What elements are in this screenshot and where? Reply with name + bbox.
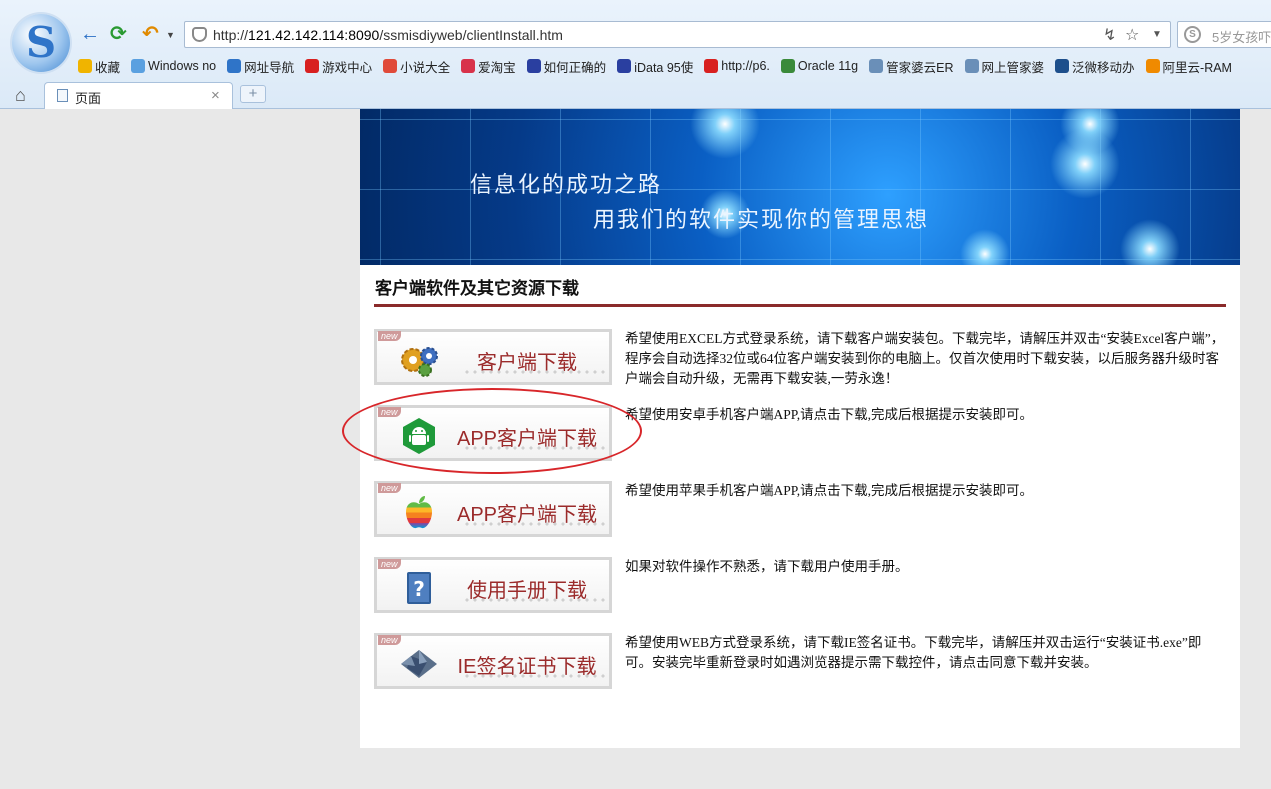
security-shield-icon xyxy=(192,27,207,42)
help-book-icon: ? xyxy=(397,570,441,606)
bookmark-label: 管家婆云ER xyxy=(886,60,954,75)
new-badge: new xyxy=(378,559,401,569)
sogou-browser-logo[interactable]: S xyxy=(12,14,70,72)
home-icon[interactable]: ⌂ xyxy=(15,85,26,106)
bookmark-item[interactable]: 收藏 xyxy=(78,57,120,75)
banner-light xyxy=(1050,129,1120,199)
bookmark-label: 游戏中心 xyxy=(322,60,373,75)
weibo-icon xyxy=(704,59,719,73)
bookmark-item[interactable]: Windows no xyxy=(131,57,216,75)
banner: 信息化的成功之路 用我们的软件实现你的管理思想 xyxy=(360,109,1240,265)
refresh-icon[interactable]: ⟳ xyxy=(110,24,127,44)
gears-icon xyxy=(397,342,441,378)
download-description: 希望使用WEB方式登录系统，请下载IE签名证书。下载完毕，请解压并双击运行“安装… xyxy=(625,635,1202,670)
banner-slogan-1: 信息化的成功之路 xyxy=(470,173,663,198)
tab-label: 页面 xyxy=(75,91,102,106)
undo-icon[interactable]: ↶ xyxy=(142,24,159,44)
bookmark-item[interactable]: Oracle 11g xyxy=(780,57,859,75)
bookmark-label: 泛微移动办 xyxy=(1072,60,1135,75)
bookmark-item[interactable]: 阿里云-RAM xyxy=(1145,57,1232,75)
bookmark-item[interactable]: 网上管家婆 xyxy=(964,57,1045,75)
bookmark-label: 阿里云-RAM xyxy=(1162,60,1232,75)
bookmark-label: 收藏 xyxy=(95,60,121,75)
bookmark-item[interactable]: 网址导航 xyxy=(227,57,294,75)
address-bar[interactable]: http://121.42.142.114:8090/ssmisdiyweb/c… xyxy=(184,21,1171,48)
d-icon xyxy=(780,59,795,73)
cloud-icon xyxy=(131,59,146,73)
download-description: 希望使用EXCEL方式登录系统，请下载客户端安装包。下载完毕，请解压并双击“安装… xyxy=(625,331,1225,386)
bookmark-label: Oracle 11g xyxy=(797,59,859,73)
page-icon xyxy=(869,59,884,73)
bookmark-label: http://p6. xyxy=(721,59,770,73)
bookmark-item[interactable]: 如何正确的 xyxy=(526,57,607,75)
star-icon xyxy=(78,59,92,73)
new-badge: new xyxy=(378,635,401,645)
dotted-decoration xyxy=(463,522,605,526)
download-description: 如果对软件操作不熟悉，请下载用户使用手册。 xyxy=(625,559,909,574)
download-button[interactable]: new IE签名证书下载 xyxy=(374,633,612,689)
bookmark-label: 爱淘宝 xyxy=(478,60,516,75)
back-icon[interactable]: ← xyxy=(80,24,100,44)
title-divider xyxy=(374,304,1226,307)
new-tab-button[interactable]: + xyxy=(240,85,266,103)
new-badge: new xyxy=(378,483,401,493)
page-icon xyxy=(964,59,979,73)
annotation-circle xyxy=(342,388,642,474)
t-icon xyxy=(1055,59,1070,73)
paw-icon xyxy=(526,59,541,73)
bookmark-label: 网址导航 xyxy=(244,60,295,75)
bookmark-item[interactable]: 管家婆云ER xyxy=(869,57,954,75)
download-description: 希望使用安卓手机客户端APP,请点击下载,完成后根据提示安装即可。 xyxy=(625,407,1034,422)
bookmarks-bar: 收藏 Windows no 网址导航 游戏中心 小说大全 爱淘宝 如何正确的 iData 95… xyxy=(78,57,1243,75)
browser-chrome: S ← ⟳ ↶ ▼ http://121.42.142.114:8090/ssm… xyxy=(0,0,1271,109)
bookmark-item[interactable]: 游戏中心 xyxy=(305,57,372,75)
dotted-decoration xyxy=(463,674,605,678)
banner-slogan-2: 用我们的软件实现你的管理思想 xyxy=(593,208,930,233)
bookmark-label: 如何正确的 xyxy=(543,60,607,75)
download-button[interactable]: new APP客户端下载 xyxy=(374,481,612,537)
download-button[interactable]: new 客户端下载 xyxy=(374,329,612,385)
close-tab-icon[interactable]: × xyxy=(211,87,220,104)
paw-icon xyxy=(617,59,632,73)
section-title: 客户端软件及其它资源下载 xyxy=(375,279,579,298)
taobao-icon xyxy=(461,59,476,73)
apple-icon xyxy=(397,494,441,530)
lightning-icon[interactable]: ↯ xyxy=(1103,25,1116,45)
url-host: 121.42.142.114:8090 xyxy=(248,27,380,43)
bookmark-label: 网上管家婆 xyxy=(981,60,1045,75)
bookmark-item[interactable]: http://p6. xyxy=(704,57,770,75)
svg-text:?: ? xyxy=(413,577,425,601)
undo-dropdown-icon[interactable]: ▼ xyxy=(166,30,175,40)
bookmark-label: Windows no xyxy=(148,59,217,73)
dotted-decoration xyxy=(463,598,605,602)
sogou-search-icon: S xyxy=(1184,26,1201,43)
url-prefix: http:// xyxy=(213,27,249,43)
tab-strip: ⌂ 页面 × + xyxy=(0,82,1271,109)
book-icon xyxy=(383,59,398,73)
certificate-icon xyxy=(397,646,441,682)
tab-page[interactable]: 页面 × xyxy=(44,82,233,109)
download-description: 希望使用苹果手机客户端APP,请点击下载,完成后根据提示安装即可。 xyxy=(625,483,1034,498)
url-path: /ssmisdiyweb/clientInstall.htm xyxy=(379,27,563,43)
search-box[interactable]: S 5岁女孩吓 xyxy=(1177,21,1271,48)
bookmark-label: 小说大全 xyxy=(400,60,451,75)
bookmark-item[interactable]: 小说大全 xyxy=(383,57,450,75)
page-icon xyxy=(57,89,68,102)
url-text[interactable]: http://121.42.142.114:8090/ssmisdiyweb/c… xyxy=(213,27,563,43)
bookmark-item[interactable]: iData 95使 xyxy=(617,57,693,75)
bookmark-item[interactable]: 爱淘宝 xyxy=(461,57,516,75)
star-bookmark-icon[interactable]: ☆ xyxy=(1125,25,1139,45)
dotted-decoration xyxy=(463,370,605,374)
game-icon xyxy=(305,59,320,73)
bookmark-item[interactable]: 泛微移动办 xyxy=(1055,57,1135,75)
new-badge: new xyxy=(378,331,401,341)
aliyun-icon xyxy=(1145,59,1160,73)
address-dropdown-icon[interactable]: ▼ xyxy=(1152,29,1162,40)
search-input[interactable]: 5岁女孩吓 xyxy=(1212,27,1271,46)
sogou-icon xyxy=(227,59,242,73)
bookmark-label: iData 95使 xyxy=(634,60,694,75)
download-button[interactable]: new? 使用手册下载 xyxy=(374,557,612,613)
